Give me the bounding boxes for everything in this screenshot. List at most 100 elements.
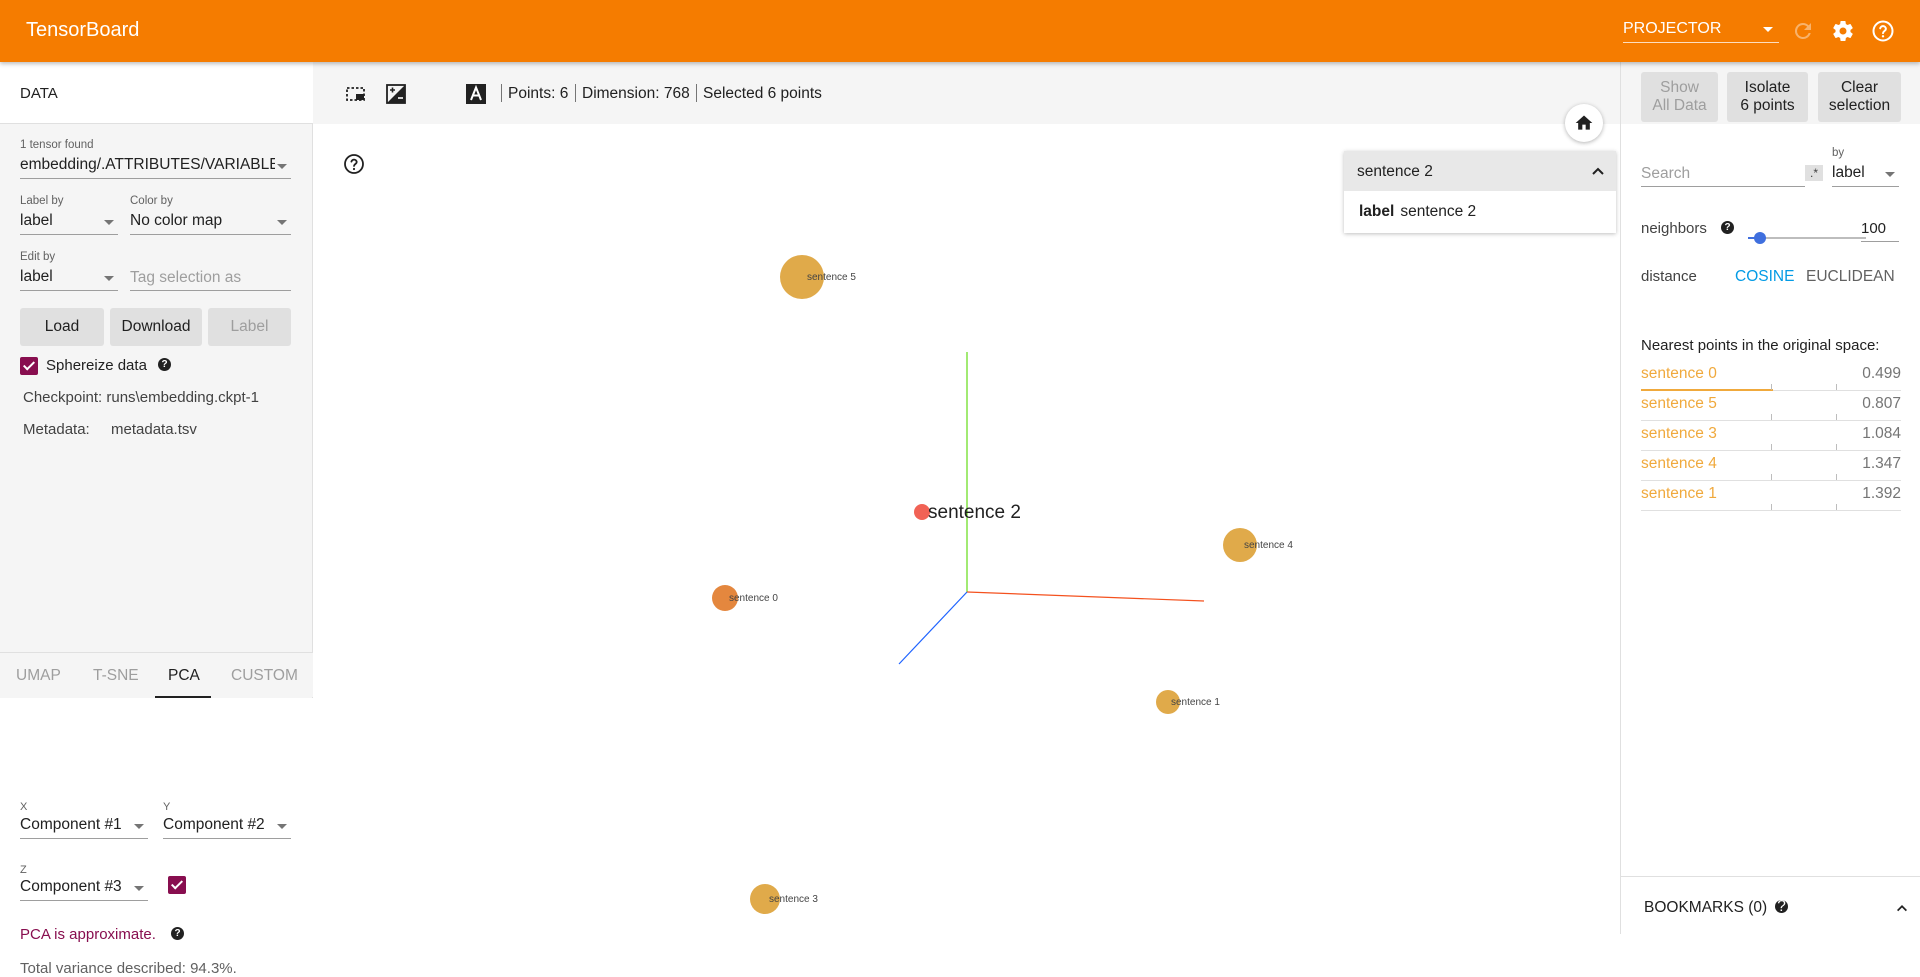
night-mode-toggle-icon[interactable]	[385, 83, 407, 105]
inspector-header[interactable]: sentence 2	[1344, 151, 1616, 191]
y-component-selector[interactable]: Component #2	[163, 813, 291, 839]
chevron-down-icon	[134, 886, 144, 891]
tab-tsne[interactable]: T-SNE	[93, 667, 139, 685]
tensor-selector-value: embedding/.ATTRIBUTES/VARIABLE_VALUE	[20, 156, 275, 173]
help-icon[interactable]: ?	[158, 358, 171, 371]
chevron-down-icon	[277, 824, 287, 829]
bounding-box-select-icon[interactable]	[345, 83, 367, 105]
neighbors-label: neighbors	[1641, 220, 1707, 237]
distance-tick	[1771, 474, 1772, 480]
help-icon[interactable]	[343, 153, 365, 175]
z-component-selector[interactable]: Component #3	[20, 875, 148, 901]
color-by-selector[interactable]: No color map	[130, 209, 291, 235]
label-by-selector[interactable]: label	[20, 209, 118, 235]
load-button[interactable]: Load	[20, 308, 104, 346]
distance-tick	[1771, 414, 1772, 420]
sphereize-label: Sphereize data	[46, 357, 147, 374]
chevron-down-icon	[134, 824, 144, 829]
inspector-panel: Show All Data Isolate 6 points Clear sel…	[1620, 62, 1920, 934]
nearest-point-name: sentence 4	[1641, 455, 1717, 472]
nearest-point-name: sentence 5	[1641, 395, 1717, 412]
neighbors-slider[interactable]	[1748, 228, 1866, 248]
point-sentence-5[interactable]: sentence 5	[780, 255, 856, 299]
euclidean-option[interactable]: EUCLIDEAN	[1806, 268, 1895, 286]
tensor-selector[interactable]: embedding/.ATTRIBUTES/VARIABLE_VALUE	[20, 153, 291, 179]
dark-mode-icon[interactable]	[425, 83, 447, 105]
point-inspector-card: sentence 2 label sentence 2	[1344, 151, 1616, 233]
point-sentence-3[interactable]: sentence 3	[750, 884, 818, 914]
toolbar-divider	[501, 84, 502, 102]
chevron-up-icon[interactable]	[1590, 163, 1606, 179]
chevron-down-icon	[277, 164, 287, 169]
tag-selection-input[interactable]	[130, 265, 291, 291]
show-all-data-button[interactable]: Show All Data	[1641, 72, 1718, 122]
label-button[interactable]: Label	[208, 308, 291, 346]
isolate-label: Isolate	[1744, 79, 1791, 96]
search-by-selector[interactable]: label	[1832, 161, 1899, 187]
bookmarks-panel[interactable]: BOOKMARKS (0) ?	[1621, 876, 1920, 934]
distance-tick	[1836, 384, 1837, 390]
point-label: sentence 5	[807, 272, 856, 283]
inspector-value: sentence 2	[1400, 203, 1477, 220]
point-sentence-0[interactable]: sentence 0	[712, 585, 778, 611]
cosine-option[interactable]: COSINE	[1735, 268, 1794, 286]
embedding-scene[interactable]: sentence 5 sentence 4 sentence 0 sentenc…	[313, 124, 1620, 934]
distance-tick	[1836, 414, 1837, 420]
help-icon[interactable]: ?	[1721, 221, 1734, 234]
reset-view-button[interactable]	[1565, 104, 1603, 142]
z-component-checkbox[interactable]	[168, 876, 186, 894]
tab-umap[interactable]: UMAP	[16, 667, 61, 685]
distance-tick	[1836, 444, 1837, 450]
point-label: sentence 1	[1171, 697, 1220, 708]
tab-pca[interactable]: PCA	[168, 667, 200, 685]
tab-custom[interactable]: CUSTOM	[231, 667, 298, 685]
slider-knob[interactable]	[1753, 232, 1766, 244]
sphereize-checkbox[interactable]	[20, 357, 38, 375]
scene-canvas[interactable]: sentence 5 sentence 4 sentence 0 sentenc…	[313, 124, 1620, 934]
nearest-point-row[interactable]: sentence 0 0.499	[1641, 361, 1901, 391]
checkpoint-text: Checkpoint: runs\embedding.ckpt-1	[23, 389, 259, 406]
z-axis	[898, 591, 968, 665]
selected-point-label: sentence 2	[928, 502, 1021, 523]
search-by-value: label	[1832, 164, 1865, 181]
label-mode-icon[interactable]	[465, 83, 487, 105]
nearest-point-row[interactable]: sentence 4 1.347	[1641, 451, 1901, 481]
clear-label: Clear	[1840, 79, 1879, 96]
nearest-point-row[interactable]: sentence 5 0.807	[1641, 391, 1901, 421]
isolate-points-button[interactable]: Isolate 6 points	[1727, 72, 1808, 122]
nearest-point-row[interactable]: sentence 1 1.392	[1641, 481, 1901, 511]
chevron-down-icon	[277, 220, 287, 225]
nearest-point-distance: 1.347	[1862, 455, 1901, 472]
view-toolbar: Points: 6 Dimension: 768 Selected 6 poin…	[313, 62, 1620, 124]
chevron-down-icon	[104, 276, 114, 281]
download-button[interactable]: Download	[110, 308, 202, 346]
app-title: TensorBoard	[26, 19, 140, 41]
plugin-selector[interactable]: PROJECTOR	[1623, 17, 1779, 43]
projection-tabs: UMAP T-SNE PCA CUSTOM	[0, 652, 313, 698]
nearest-point-distance: 1.392	[1862, 485, 1901, 502]
point-sentence-2[interactable]: sentence 2	[914, 502, 1021, 523]
point-sentence-4[interactable]: sentence 4	[1223, 528, 1293, 562]
edit-by-selector[interactable]: label	[20, 265, 118, 291]
bookmarks-label: BOOKMARKS (0)	[1644, 899, 1768, 916]
y-component-caption: Y	[163, 801, 171, 813]
selected-count: Selected 6 points	[703, 85, 822, 102]
clear-label: selection	[1828, 97, 1891, 114]
tensor-caption: 1 tensor found	[20, 139, 94, 151]
x-component-selector[interactable]: Component #1	[20, 813, 148, 839]
help-icon[interactable]	[1871, 19, 1895, 43]
regex-toggle[interactable]: .*	[1805, 165, 1823, 181]
nearest-point-row[interactable]: sentence 3 1.084	[1641, 421, 1901, 451]
edit-by-caption: Edit by	[20, 251, 56, 263]
refresh-icon[interactable]	[1791, 19, 1815, 43]
color-by-value: No color map	[130, 212, 223, 229]
search-input[interactable]	[1641, 161, 1805, 187]
chevron-up-icon[interactable]	[1895, 901, 1909, 915]
nearest-point-name: sentence 1	[1641, 485, 1717, 502]
neighbors-input[interactable]	[1861, 216, 1899, 242]
point-sentence-1[interactable]: sentence 1	[1156, 690, 1220, 714]
nearest-point-distance: 0.499	[1862, 365, 1901, 382]
help-icon[interactable]: ?	[1775, 899, 1788, 914]
gear-icon[interactable]	[1831, 19, 1855, 43]
clear-selection-button[interactable]: Clear selection	[1818, 72, 1901, 122]
